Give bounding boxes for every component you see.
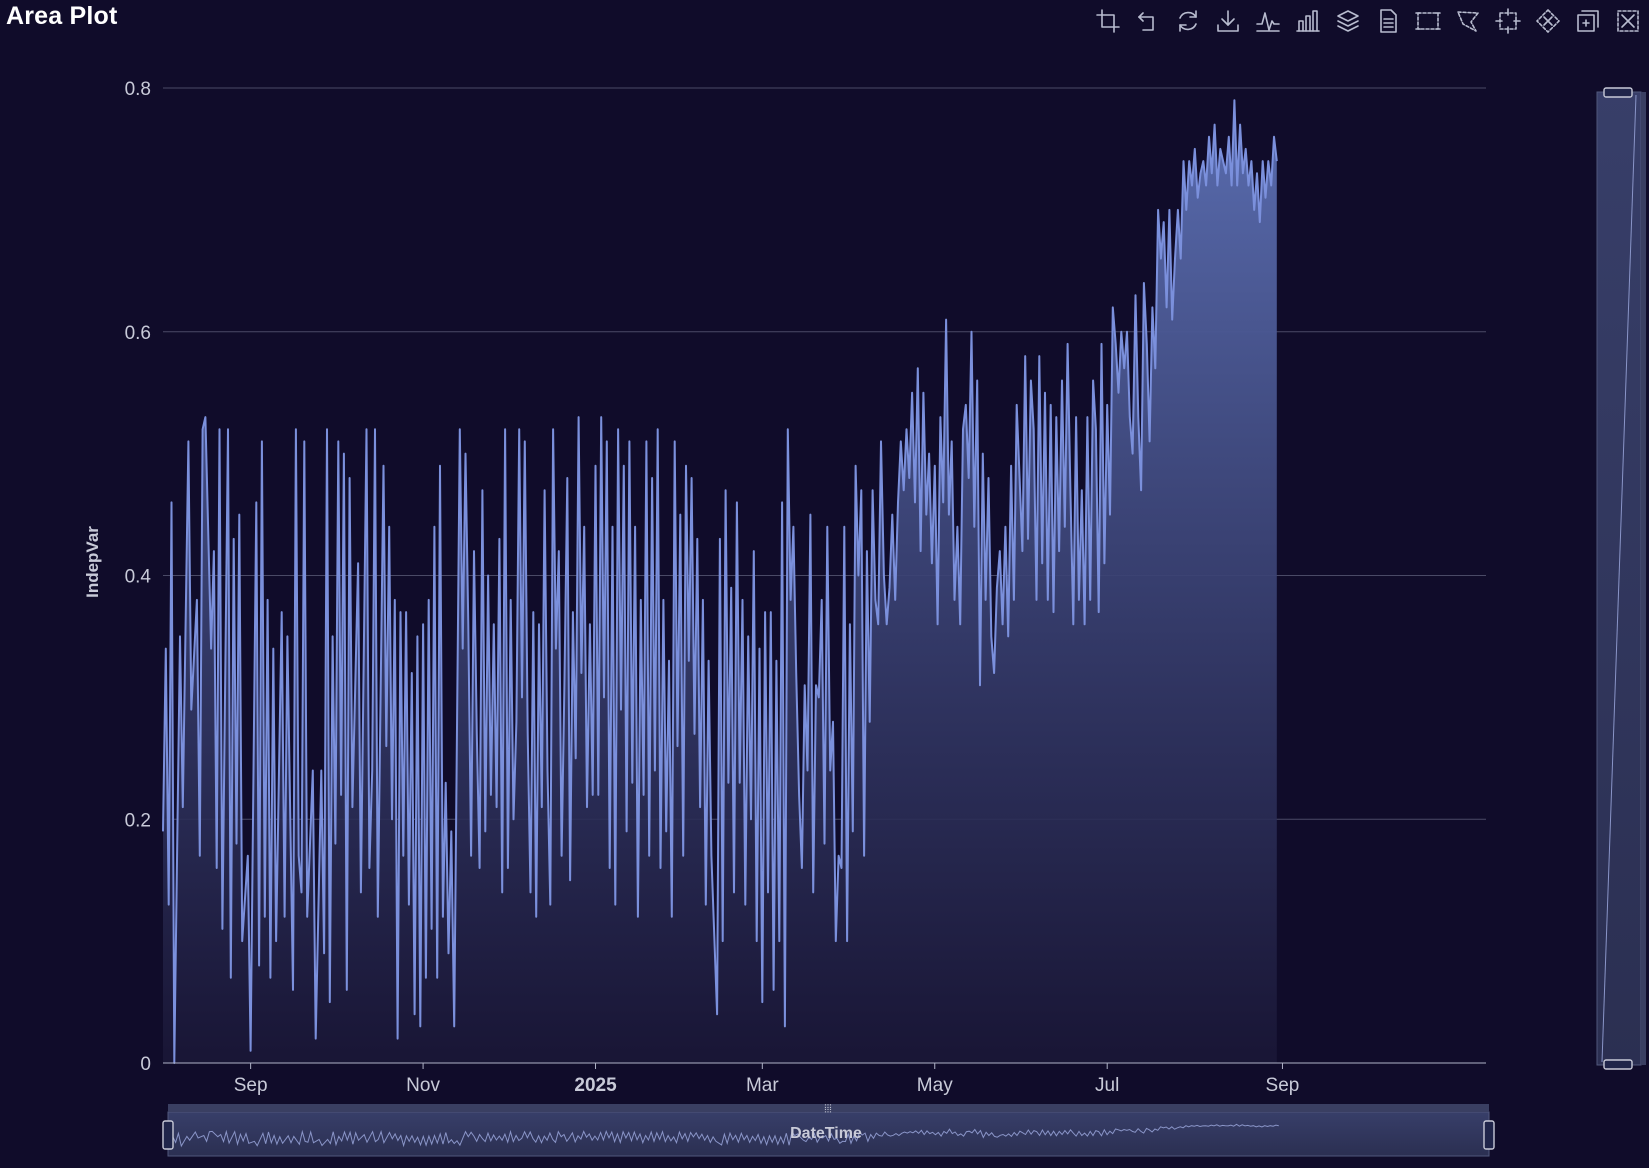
y-tick-label: 0: [140, 1054, 151, 1075]
x-tick-label: Sep: [234, 1075, 268, 1096]
y-tick-label: 0.6: [125, 323, 151, 344]
x-axis: Sep Nov 2025 Mar May Jul Sep: [234, 1063, 1300, 1096]
grid-lines: [163, 87, 1486, 820]
y-axis-title: IndepVar: [83, 526, 102, 598]
y-datazoom-drag-bar[interactable]: [1641, 92, 1646, 1065]
x-tick-label: May: [917, 1075, 953, 1096]
y-datazoom-bottom-handle[interactable]: [1603, 1059, 1633, 1070]
x-tick-label: Sep: [1266, 1075, 1300, 1096]
x-datazoom-label: DateTime: [790, 1125, 862, 1142]
x-datazoom[interactable]: DateTime ⦙⦙⦙: [162, 1103, 1495, 1157]
y-axis: 0 0.2 0.4 0.6 0.8: [125, 79, 152, 1075]
y-tick-label: 0.2: [125, 810, 151, 831]
y-tick-label: 0.4: [125, 567, 152, 588]
x-datazoom-left-handle[interactable]: [162, 1120, 174, 1150]
y-datazoom[interactable]: [1596, 87, 1646, 1070]
y-tick-label: 0.8: [125, 79, 151, 100]
area-chart: 0 0.2 0.4 0.6 0.8 IndepVar Sep Nov 2025 Mar May J…: [83, 79, 1646, 1157]
x-tick-label: Jul: [1095, 1075, 1119, 1096]
x-tick-label: Mar: [746, 1075, 779, 1096]
x-tick-label: Nov: [406, 1075, 440, 1096]
x-tick-label: 2025: [574, 1075, 617, 1096]
x-datazoom-right-handle[interactable]: [1483, 1120, 1495, 1150]
y-datazoom-top-handle[interactable]: [1603, 87, 1633, 98]
x-datazoom-grip-icon: ⦙⦙⦙: [824, 1103, 831, 1115]
